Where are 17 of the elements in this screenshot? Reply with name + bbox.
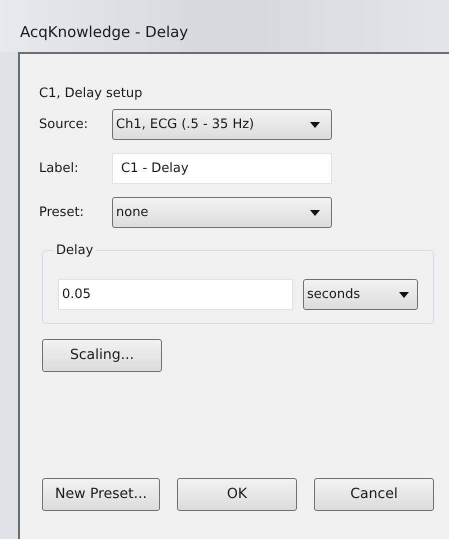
delay-input[interactable]: 0.05	[58, 279, 293, 310]
ok-button[interactable]: OK	[177, 478, 297, 511]
field-label: Source:	[39, 116, 90, 134]
unit-dropdown[interactable]: seconds	[303, 279, 418, 310]
field-label: Label:	[39, 160, 80, 178]
window-title: AcqKnowledge - Delay	[20, 23, 188, 41]
source-dropdown[interactable]: Ch1, ECG (.5 - 35 Hz)	[112, 109, 332, 140]
cancel-button[interactable]: Cancel	[314, 478, 434, 511]
label-input[interactable]: C1 - Delay	[112, 153, 332, 184]
dropdown-arrow-icon	[310, 122, 320, 128]
preset-dropdown[interactable]: none	[112, 197, 332, 228]
scaling-button[interactable]: Scaling...	[42, 339, 162, 372]
new-preset-button[interactable]: New Preset...	[42, 478, 160, 511]
field-label: Preset:	[39, 204, 85, 222]
dropdown-arrow-icon	[310, 210, 320, 216]
dropdown-arrow-icon	[399, 292, 409, 298]
section-heading: C1, Delay setup	[39, 85, 142, 103]
